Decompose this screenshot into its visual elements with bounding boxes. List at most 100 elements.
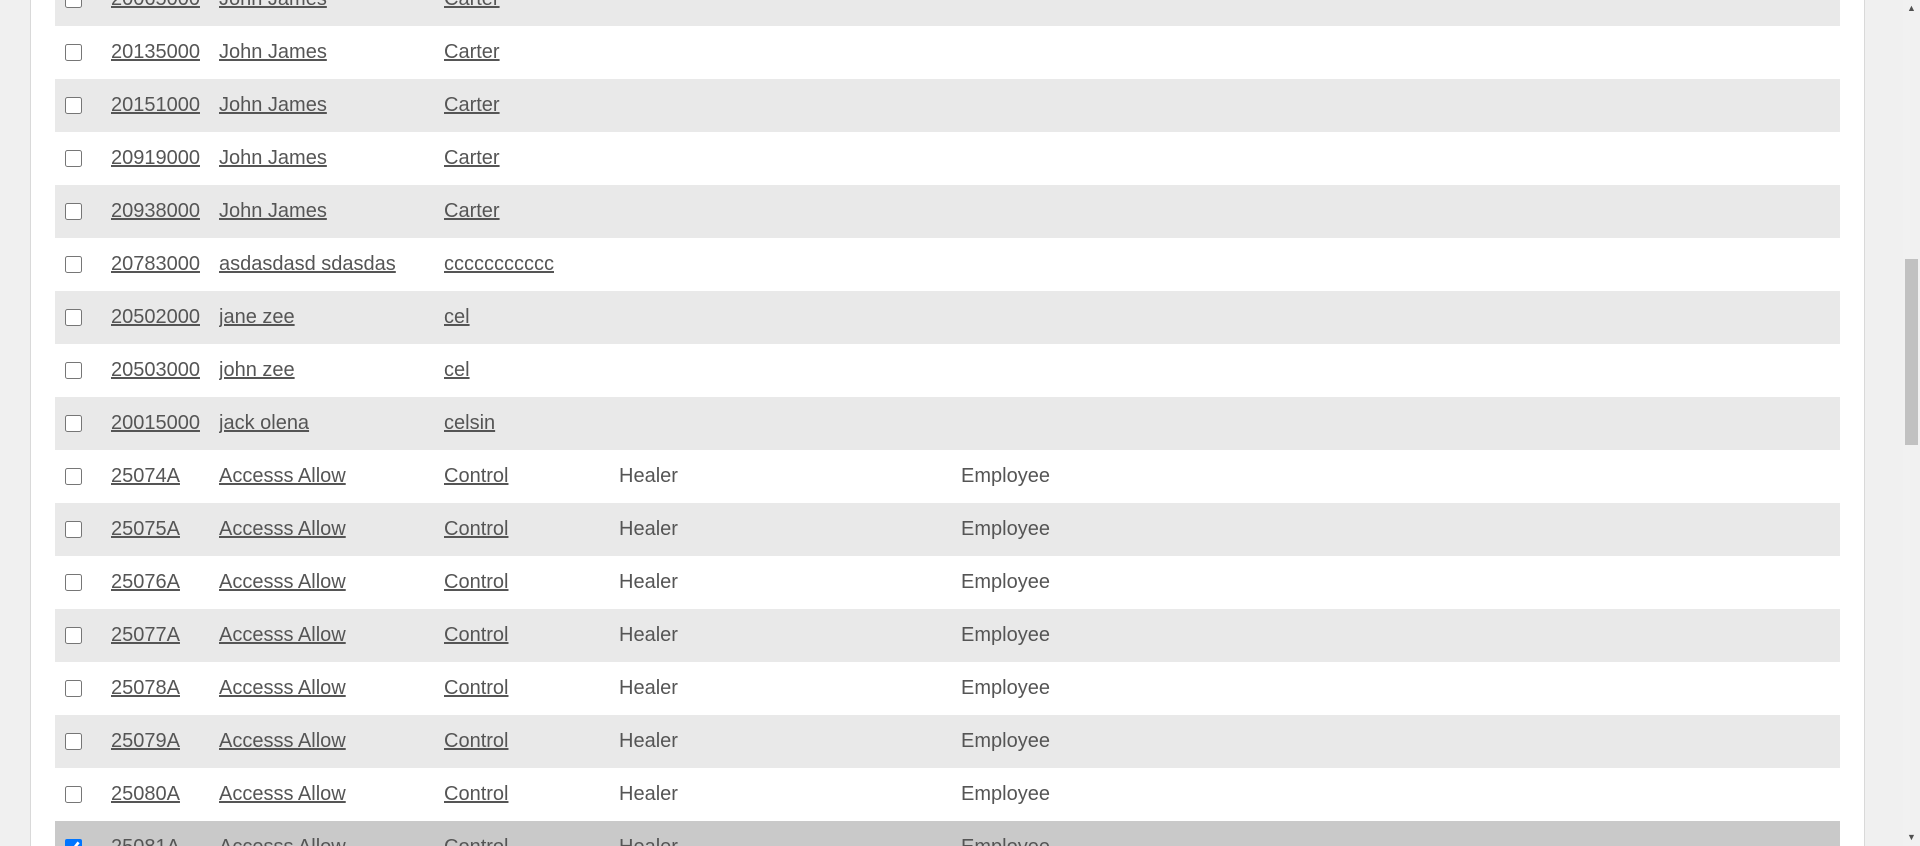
first-name-link[interactable]: Accesss Allow [219,836,346,846]
department-cell: Healer [619,715,961,768]
employee-id-link[interactable]: 25075A [111,518,180,540]
last-name-link[interactable]: Carter [444,94,500,116]
row-select-checkbox[interactable] [65,733,82,751]
last-name-link[interactable]: ccccccccccc [444,253,554,275]
department-cell: Healer [619,768,961,821]
last-name-link[interactable]: Control [444,783,508,805]
first-name-link[interactable]: John James [219,200,327,222]
last-name-cell: Carter [444,0,619,26]
scroll-down-button[interactable]: ▼ [1903,829,1920,846]
table-row[interactable]: 25075A Accesss Allow Control Healer Employee [55,503,1840,556]
row-select-checkbox[interactable] [65,309,82,327]
last-name-link[interactable]: Carter [444,41,500,63]
first-name-link[interactable]: John James [219,147,327,169]
row-select-checkbox[interactable] [65,574,82,592]
row-select-checkbox[interactable] [65,680,82,698]
employee-id-link[interactable]: 20015000 [111,412,200,434]
row-select-checkbox[interactable] [65,44,82,62]
department-cell [619,291,961,344]
employee-id-link[interactable]: 20065000 [111,0,200,10]
employee-id-link[interactable]: 20503000 [111,359,200,381]
employee-id-link[interactable]: 25080A [111,783,180,805]
employee-id-link[interactable]: 25077A [111,624,180,646]
employee-id-link[interactable]: 20919000 [111,147,200,169]
vertical-scrollbar[interactable]: ▲ ▼ [1903,0,1920,846]
table-row[interactable]: 20065000 John James Carter [55,0,1840,26]
first-name-link[interactable]: Accesss Allow [219,730,346,752]
last-name-link[interactable]: Carter [444,0,500,10]
table-row[interactable]: 25074A Accesss Allow Control Healer Employee [55,450,1840,503]
last-name-link[interactable]: Control [444,730,508,752]
last-name-link[interactable]: cel [444,359,470,381]
last-name-link[interactable]: Control [444,624,508,646]
row-select-checkbox[interactable] [65,839,82,846]
scrollbar-thumb[interactable] [1905,259,1918,445]
table-row[interactable]: 25081A Accesss Allow Control HealerEmployee [55,821,1840,846]
employee-id-cell: 20015000 [111,397,219,450]
employee-id-link[interactable]: 20783000 [111,253,200,275]
table-row[interactable]: 20135000 John James Carter [55,26,1840,79]
row-select-checkbox[interactable] [65,468,82,486]
row-select-checkbox[interactable] [65,627,82,645]
first-name-link[interactable]: Accesss Allow [219,518,346,540]
table-row[interactable]: 20938000 John James Carter [55,185,1840,238]
last-name-link[interactable]: Control [444,571,508,593]
last-name-link[interactable]: cel [444,306,470,328]
row-select-checkbox[interactable] [65,256,82,274]
table-row[interactable]: 25076A Accesss Allow Control Healer Employee [55,556,1840,609]
first-name-link[interactable]: john zee [219,359,295,381]
table-row[interactable]: 20502000 jane zee cel [55,291,1840,344]
employee-table-wrapper: 20065000 John James Carter 20135000 John Jam… [55,0,1840,846]
row-select-checkbox[interactable] [65,415,82,433]
first-name-link[interactable]: Accesss Allow [219,677,346,699]
employee-id-link[interactable]: 25076A [111,571,180,593]
row-select-checkbox[interactable] [65,786,82,804]
table-row[interactable]: 25078A Accesss Allow Control Healer Employee [55,662,1840,715]
scroll-up-button[interactable]: ▲ [1903,0,1920,17]
first-name-link[interactable]: Accesss Allow [219,465,346,487]
table-row[interactable]: 25077A Accesss Allow Control Healer Employee [55,609,1840,662]
row-select-checkbox[interactable] [65,203,82,221]
table-row[interactable]: 20783000 asdasdasd sdasdas ccccccccccc [55,238,1840,291]
first-name-link[interactable]: Accesss Allow [219,571,346,593]
table-row[interactable]: 20015000 jack olena celsin [55,397,1840,450]
first-name-link[interactable]: Accesss Allow [219,783,346,805]
employee-id-link[interactable]: 25078A [111,677,180,699]
last-name-link[interactable]: Control [444,465,508,487]
first-name-link[interactable]: asdasdasd sdasdas [219,253,396,275]
row-select-checkbox[interactable] [65,97,82,115]
last-name-link[interactable]: Control [444,677,508,699]
last-name-cell: Control [444,768,619,821]
first-name-link[interactable]: Accesss Allow [219,624,346,646]
employee-id-link[interactable]: 25074A [111,465,180,487]
row-select-checkbox[interactable] [65,362,82,380]
first-name-link[interactable]: John James [219,0,327,10]
first-name-link[interactable]: John James [219,41,327,63]
last-name-cell: Control [444,715,619,768]
table-row[interactable]: 20503000 john zee cel [55,344,1840,397]
department-cell [619,397,961,450]
table-row[interactable]: 25079A Accesss Allow Control Healer Employee [55,715,1840,768]
last-name-link[interactable]: Control [444,836,508,846]
employee-id-link[interactable]: 20135000 [111,41,200,63]
employee-id-link[interactable]: 20151000 [111,94,200,116]
table-row[interactable]: 20919000 John James Carter [55,132,1840,185]
table-row[interactable]: 20151000 John James Carter [55,79,1840,132]
last-name-link[interactable]: Carter [444,147,500,169]
first-name-link[interactable]: jack olena [219,412,309,434]
employee-type-cell: Employee [961,609,1840,662]
employee-id-link[interactable]: 25081A [111,836,180,846]
last-name-link[interactable]: Control [444,518,508,540]
employee-id-link[interactable]: 20938000 [111,200,200,222]
row-select-checkbox[interactable] [65,0,82,9]
employee-id-link[interactable]: 25079A [111,730,180,752]
row-select-checkbox[interactable] [65,150,82,168]
first-name-link[interactable]: John James [219,94,327,116]
last-name-link[interactable]: celsin [444,412,495,434]
first-name-link[interactable]: jane zee [219,306,295,328]
last-name-link[interactable]: Carter [444,200,500,222]
department-cell: Healer [619,450,961,503]
row-select-checkbox[interactable] [65,521,82,539]
employee-id-link[interactable]: 20502000 [111,306,200,328]
table-row[interactable]: 25080A Accesss Allow Control Healer Employee [55,768,1840,821]
